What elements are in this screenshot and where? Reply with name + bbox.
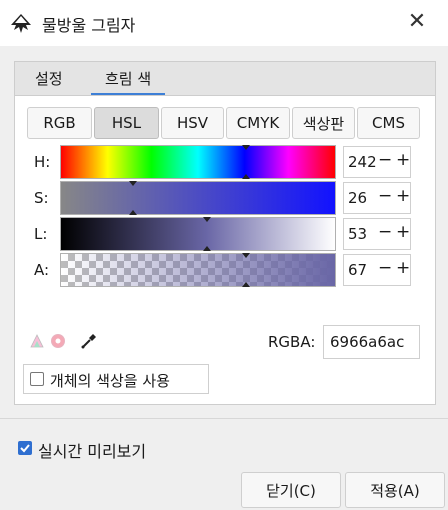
alpha-label: A: [34,261,50,279]
alpha-slider[interactable] [60,253,336,287]
rgba-input[interactable]: 6966a6ac [323,325,420,359]
close-window-button[interactable]: ✕ [402,10,432,36]
live-preview-label: 실시간 미리보기 [38,442,147,461]
lightness-spinbox[interactable]: 53 − + [343,218,411,250]
saturation-increment-button[interactable]: + [396,186,410,206]
alpha-value[interactable]: 67 [348,261,367,279]
color-managed-icon[interactable] [50,333,66,349]
saturation-label: S: [34,189,49,207]
saturation-value[interactable]: 26 [348,189,367,207]
hue-increment-button[interactable]: + [396,150,410,170]
use-object-color-checkbox[interactable] [30,372,44,386]
mode-cmyk-button[interactable]: CMYK [226,107,290,139]
alpha-spinbox[interactable]: 67 − + [343,254,411,286]
hue-slider-thumb[interactable] [242,145,250,150]
lightness-increment-button[interactable]: + [396,222,410,242]
saturation-slider[interactable] [60,181,336,215]
hue-value[interactable]: 242 [348,153,377,171]
mode-hsl-button[interactable]: HSL [94,107,159,139]
tab-bar: 설정 흐림 색 [15,62,435,96]
inkscape-logo-icon [11,14,31,33]
hue-decrement-button[interactable]: − [378,150,392,170]
hue-label: H: [34,153,51,171]
alpha-increment-button[interactable]: + [396,258,410,278]
lightness-decrement-button[interactable]: − [378,222,392,242]
alpha-decrement-button[interactable]: − [378,258,392,278]
saturation-slider-thumb[interactable] [129,181,137,186]
hue-slider[interactable] [60,145,336,179]
rgba-label: RGBA: [268,333,316,351]
alpha-slider-thumb[interactable] [242,253,250,258]
tab-blur-color[interactable]: 흐림 색 [90,68,166,95]
color-wheel-icon[interactable] [30,334,44,348]
lightness-label: L: [34,225,48,243]
color-picker-icon[interactable] [80,332,98,350]
window-title: 물방울 그림자 [42,16,136,35]
title-bar: 물방울 그림자 ✕ [0,0,448,46]
checkmark-icon [20,444,30,453]
saturation-decrement-button[interactable]: − [378,186,392,206]
live-preview-checkbox[interactable] [18,441,32,455]
mode-cms-button[interactable]: CMS [357,107,420,139]
hue-spinbox[interactable]: 242 − + [343,146,411,178]
use-object-color-toggle[interactable]: 개체의 색상을 사용 [23,364,209,394]
mode-palette-button[interactable]: 색상판 [292,107,355,139]
close-button[interactable]: 닫기(C) [241,472,341,508]
mode-rgb-button[interactable]: RGB [27,107,92,139]
divider [0,418,448,419]
lightness-slider-thumb[interactable] [203,217,211,222]
use-object-color-label: 개체의 색상을 사용 [50,372,170,390]
mode-hsv-button[interactable]: HSV [161,107,224,139]
apply-button[interactable]: 적용(A) [345,472,445,508]
tab-settings[interactable]: 설정 [35,68,63,90]
lightness-value[interactable]: 53 [348,225,367,243]
lightness-slider[interactable] [60,217,336,251]
saturation-spinbox[interactable]: 26 − + [343,182,411,214]
